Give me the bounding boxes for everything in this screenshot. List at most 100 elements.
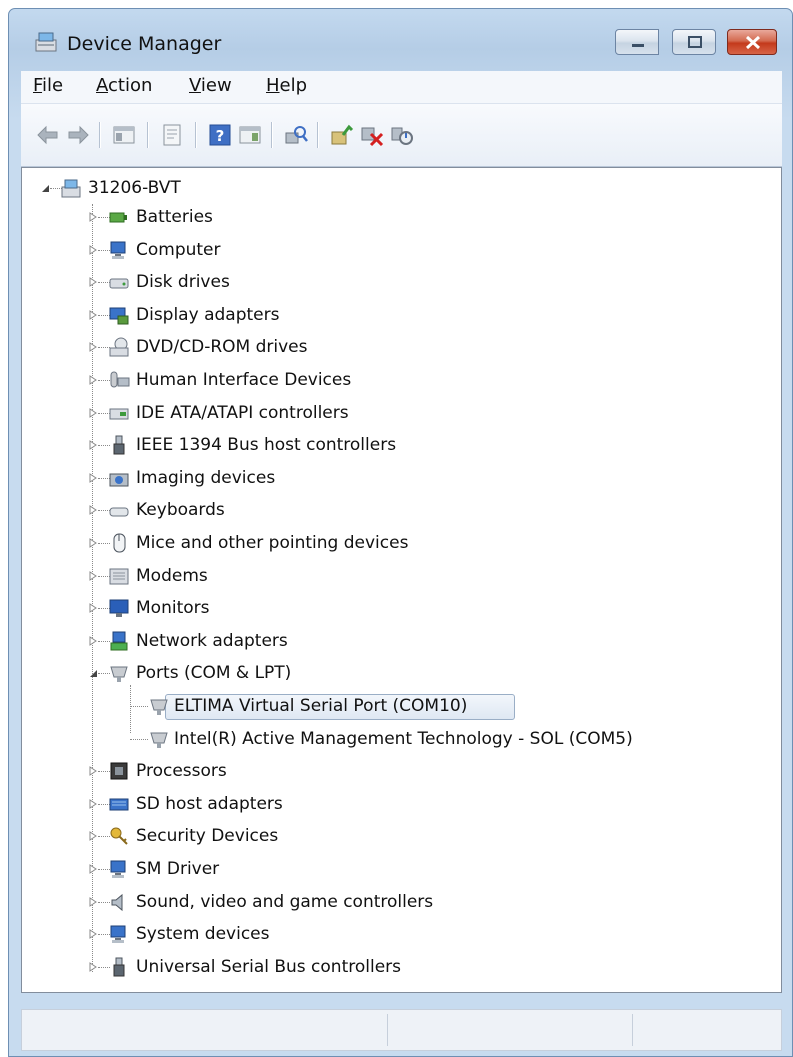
menu-help[interactable]: Help xyxy=(266,75,307,96)
tree-category[interactable]: SM Driver xyxy=(88,857,688,881)
expand-arrow-icon[interactable] xyxy=(88,407,98,419)
tree-category[interactable]: Batteries xyxy=(88,205,688,229)
forward-icon[interactable] xyxy=(65,122,91,148)
expand-arrow-icon[interactable] xyxy=(88,635,98,647)
expand-arrow-icon[interactable] xyxy=(88,830,98,842)
expand-arrow-icon[interactable] xyxy=(88,961,98,973)
category-label: Disk drives xyxy=(136,272,230,293)
device-label: Intel(R) Active Management Technology - … xyxy=(174,728,633,749)
category-label: Batteries xyxy=(136,207,213,227)
device-manager-window: Device Manager File Action View Help ? 3… xyxy=(8,8,793,1057)
help-icon[interactable]: ? xyxy=(207,122,233,148)
computer-icon xyxy=(110,241,126,259)
processor-icon xyxy=(110,762,128,780)
back-icon[interactable] xyxy=(35,122,61,148)
tree-category[interactable]: Processors xyxy=(88,759,688,783)
tree-category[interactable]: IDE ATA/ATAPI controllers xyxy=(88,401,688,425)
expand-arrow-icon[interactable] xyxy=(88,504,98,516)
sd-adapter-icon xyxy=(109,798,129,811)
expand-arrow-icon[interactable] xyxy=(88,374,98,386)
scan-hardware-icon[interactable] xyxy=(283,122,309,148)
tree-device[interactable]: Intel(R) Active Management Technology - … xyxy=(22,727,762,751)
tree-category[interactable]: Monitors xyxy=(88,596,688,620)
tree-category[interactable]: DVD/CD-ROM drives xyxy=(88,335,688,359)
display-adapter-icon xyxy=(109,307,129,325)
collapse-arrow-icon[interactable] xyxy=(88,667,98,679)
menu-action[interactable]: Action xyxy=(96,75,152,96)
expand-arrow-icon[interactable] xyxy=(88,765,98,777)
tree-category[interactable]: IEEE 1394 Bus host controllers xyxy=(88,433,688,457)
expand-arrow-icon[interactable] xyxy=(88,602,98,614)
modem-icon xyxy=(109,568,129,585)
device-tree[interactable]: 31206-BVT Batteries Computer Disk drives Di… xyxy=(21,167,782,993)
expand-arrow-icon[interactable] xyxy=(88,439,98,451)
toolbar: ? xyxy=(21,104,782,167)
tree-device[interactable]: ELTIMA Virtual Serial Port (COM10) xyxy=(22,694,762,720)
update-driver-icon[interactable] xyxy=(329,122,355,148)
computer-root-icon xyxy=(61,179,81,198)
expand-arrow-icon[interactable] xyxy=(88,928,98,940)
tree-category[interactable]: Mice and other pointing devices xyxy=(88,531,688,555)
tree-category[interactable]: Display adapters xyxy=(88,303,688,327)
toolbar-separator xyxy=(99,122,101,148)
mouse-icon xyxy=(113,533,126,553)
category-label: Sound, video and game controllers xyxy=(136,891,434,912)
close-button[interactable] xyxy=(727,29,777,55)
tree-category[interactable]: Ports (COM & LPT) xyxy=(88,661,688,685)
uninstall-icon[interactable] xyxy=(359,122,385,148)
expand-arrow-icon[interactable] xyxy=(88,537,98,549)
disable-icon[interactable] xyxy=(389,122,415,148)
category-label: Security Devices xyxy=(136,826,279,847)
menu-view[interactable]: View xyxy=(189,75,232,96)
toolbar-separator xyxy=(317,122,319,148)
tree-category[interactable]: Keyboards xyxy=(88,498,688,522)
expand-arrow-icon[interactable] xyxy=(88,570,98,582)
expand-arrow-icon[interactable] xyxy=(88,341,98,353)
hid-icon xyxy=(110,371,130,388)
expand-arrow-icon[interactable] xyxy=(88,896,98,908)
port-icon xyxy=(150,699,168,715)
tree-category[interactable]: Universal Serial Bus controllers xyxy=(88,955,688,979)
tree-category[interactable]: Sound, video and game controllers xyxy=(88,890,688,914)
category-label: Imaging devices xyxy=(136,467,276,488)
tree-category[interactable]: Human Interface Devices xyxy=(88,368,688,392)
menu-file[interactable]: File xyxy=(33,75,63,96)
expand-arrow-icon[interactable] xyxy=(88,276,98,288)
keyboard-icon xyxy=(109,507,129,517)
category-label: SD host adapters xyxy=(136,793,283,814)
properties-icon[interactable] xyxy=(159,122,185,148)
expand-arrow-icon[interactable] xyxy=(88,309,98,321)
minimize-button[interactable] xyxy=(615,29,659,55)
action-pane-icon[interactable] xyxy=(237,122,263,148)
tree-category[interactable]: Security Devices xyxy=(88,824,688,848)
show-hide-console-tree-icon[interactable] xyxy=(111,122,137,148)
speaker-icon xyxy=(111,893,123,911)
expand-arrow-icon[interactable] xyxy=(88,798,98,810)
tree-category[interactable]: Disk drives xyxy=(88,270,688,294)
tree-category[interactable]: SD host adapters xyxy=(88,792,688,816)
expand-arrow-icon[interactable] xyxy=(88,244,98,256)
expand-arrow-icon[interactable] xyxy=(88,863,98,875)
tree-category[interactable]: Network adapters xyxy=(88,629,688,653)
disk-drive-icon xyxy=(109,278,129,289)
port-icon xyxy=(150,732,168,748)
expand-arrow-icon[interactable] xyxy=(88,211,98,223)
tree-category[interactable]: Imaging devices xyxy=(88,466,688,490)
category-label: IDE ATA/ATAPI controllers xyxy=(136,402,349,423)
tree-category[interactable]: Modems xyxy=(88,564,688,588)
category-label: Display adapters xyxy=(136,304,280,325)
tree-category[interactable]: Computer xyxy=(88,238,688,262)
category-label: Human Interface Devices xyxy=(136,370,352,390)
tree-category[interactable]: System devices xyxy=(88,922,688,946)
dvd-drive-icon xyxy=(109,337,129,357)
title-bar[interactable]: Device Manager xyxy=(9,9,792,71)
collapse-arrow-icon[interactable] xyxy=(40,182,50,194)
category-label: Computer xyxy=(136,239,221,260)
battery-icon xyxy=(109,212,127,223)
maximize-icon xyxy=(688,36,702,48)
ieee1394-icon xyxy=(113,435,125,455)
maximize-button[interactable] xyxy=(672,29,716,55)
tree-root[interactable]: 31206-BVT xyxy=(40,176,340,200)
category-label: Modems xyxy=(136,565,208,586)
expand-arrow-icon[interactable] xyxy=(88,472,98,484)
